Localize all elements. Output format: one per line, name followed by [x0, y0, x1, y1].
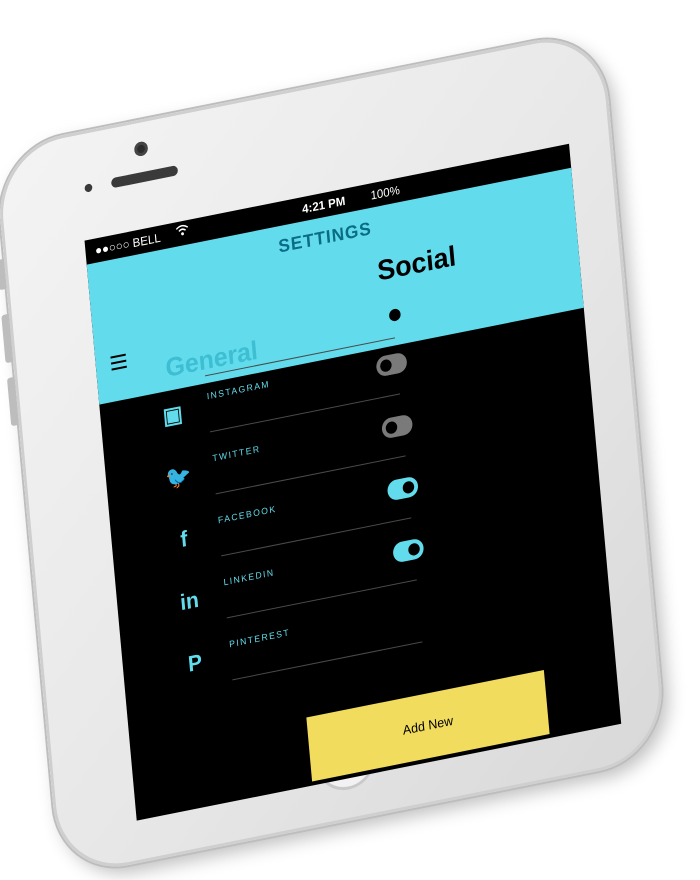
social-label: PINTEREST: [228, 627, 291, 650]
scene: ●●○○○ BELL 4:21 PM 100% SETTINGS General…: [0, 0, 700, 879]
battery-level: 100%: [369, 182, 401, 203]
toggle-switch[interactable]: [392, 537, 425, 564]
earpiece-speaker: [110, 165, 179, 189]
toggle-switch[interactable]: [381, 413, 414, 440]
phone-frame: ●●○○○ BELL 4:21 PM 100% SETTINGS General…: [0, 27, 668, 879]
toggle-switch[interactable]: [375, 351, 408, 378]
social-label: TWITTER: [211, 443, 261, 464]
proximity-sensor: [84, 183, 93, 193]
toggle-knob: [388, 307, 402, 323]
volume-up-button: [1, 313, 14, 364]
add-new-button[interactable]: Add New: [306, 670, 550, 782]
toggle-knob: [379, 358, 393, 373]
instagram-icon: ▣: [161, 400, 184, 430]
twitter-icon: 🐦: [164, 461, 193, 493]
social-label: FACEBOOK: [217, 503, 277, 526]
toggle-knob: [402, 480, 415, 495]
divider: [232, 641, 423, 681]
linkedin-icon: in: [179, 586, 200, 616]
wifi-icon: [175, 223, 190, 241]
toggle-knob: [385, 420, 398, 435]
pinterest-icon: P: [186, 649, 204, 677]
front-camera: [133, 140, 149, 158]
volume-down-button: [6, 376, 19, 427]
page-title: SETTINGS: [277, 218, 373, 257]
mute-switch: [0, 258, 7, 291]
social-label: INSTAGRAM: [206, 378, 271, 402]
social-label: LINKEDIN: [223, 567, 275, 588]
toggle-switch[interactable]: [386, 475, 419, 502]
app-screen: ●●○○○ BELL 4:21 PM 100% SETTINGS General…: [84, 143, 622, 821]
facebook-icon: f: [179, 525, 189, 553]
toggle-knob: [407, 542, 421, 557]
status-time: 4:21 PM: [301, 193, 346, 217]
hamburger-menu-icon[interactable]: [110, 353, 127, 371]
tab-social[interactable]: Social: [376, 240, 457, 288]
